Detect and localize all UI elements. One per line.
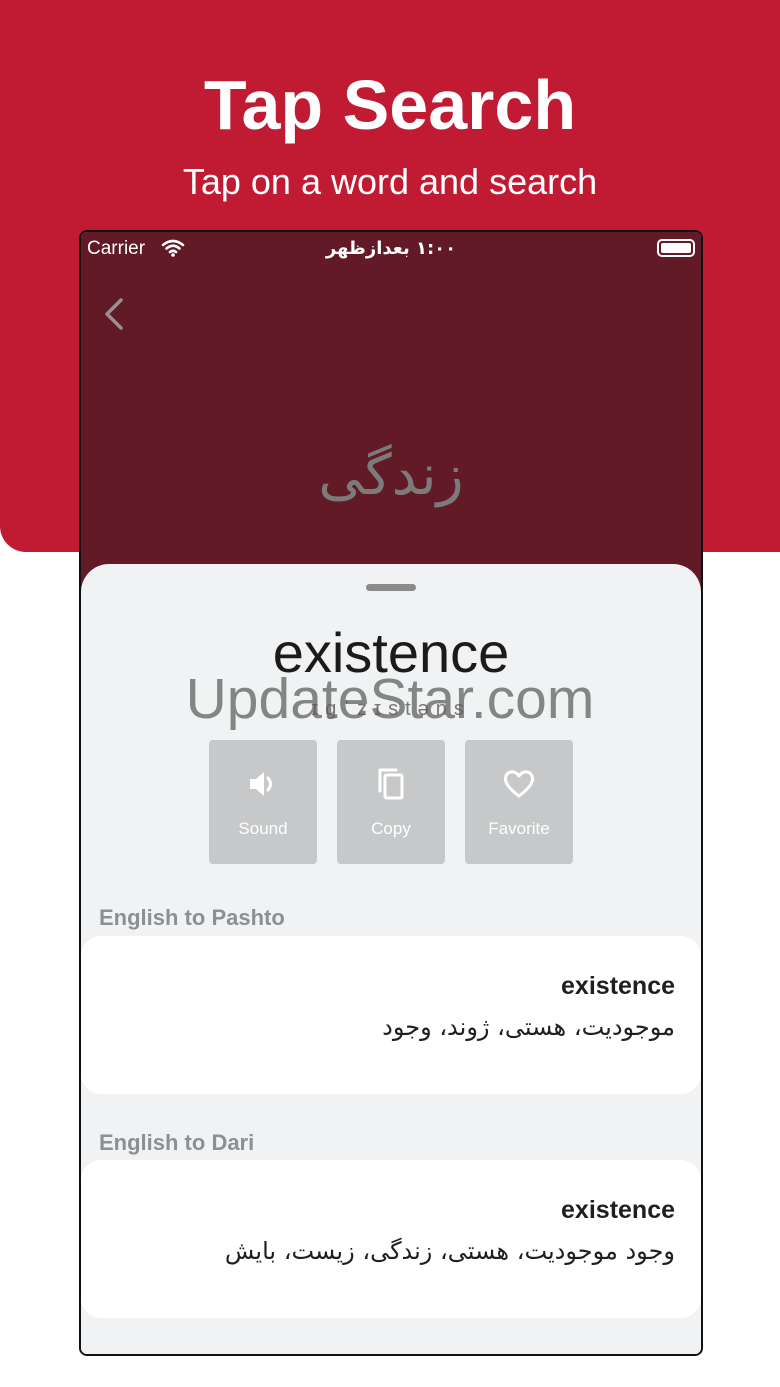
- heart-icon: [503, 770, 535, 798]
- status-bar: Carrier ۱:۰۰ بعدازظهر: [81, 232, 701, 266]
- watermark: UpdateStar.com: [185, 667, 595, 731]
- card-translation: موجودیت، هستی، ژوند، وجود: [382, 1013, 675, 1041]
- section-title-pashto: English to Pashto: [99, 905, 285, 930]
- card-translation: وجود موجودیت، هستی، زندگی، زیست، بایش: [224, 1237, 675, 1265]
- translation-card-dari[interactable]: existence وجود موجودیت، هستی، زندگی، زیس…: [81, 1160, 701, 1318]
- query-word: زندگی: [318, 443, 464, 508]
- app-header: Carrier ۱:۰۰ بعدازظهر زندگی: [81, 232, 701, 592]
- promo-subtitle: Tap on a word and search: [182, 161, 598, 202]
- copy-label: Copy: [371, 819, 411, 838]
- favorite-label: Favorite: [488, 819, 550, 838]
- favorite-button[interactable]: Favorite: [465, 740, 573, 864]
- speaker-icon: [250, 772, 272, 796]
- translation-card-pashto[interactable]: existence موجودیت، هستی، ژوند، وجود: [81, 936, 701, 1094]
- phone-frame: Carrier ۱:۰۰ بعدازظهر زندگی existence ɪɡ…: [79, 230, 703, 1356]
- section-title-dari: English to Dari: [99, 1130, 255, 1155]
- status-time: ۱:۰۰ بعدازظهر: [325, 238, 457, 259]
- drag-handle[interactable]: [366, 584, 416, 591]
- copy-icon: [378, 768, 404, 800]
- card-word: existence: [561, 972, 675, 1000]
- sound-label: Sound: [238, 819, 288, 838]
- card-word: existence: [561, 1196, 675, 1224]
- battery-icon: [657, 239, 695, 257]
- promo-title: Tap Search: [203, 66, 577, 144]
- sound-button[interactable]: Sound: [209, 740, 317, 864]
- back-button[interactable]: [97, 294, 131, 334]
- copy-button[interactable]: Copy: [337, 740, 445, 864]
